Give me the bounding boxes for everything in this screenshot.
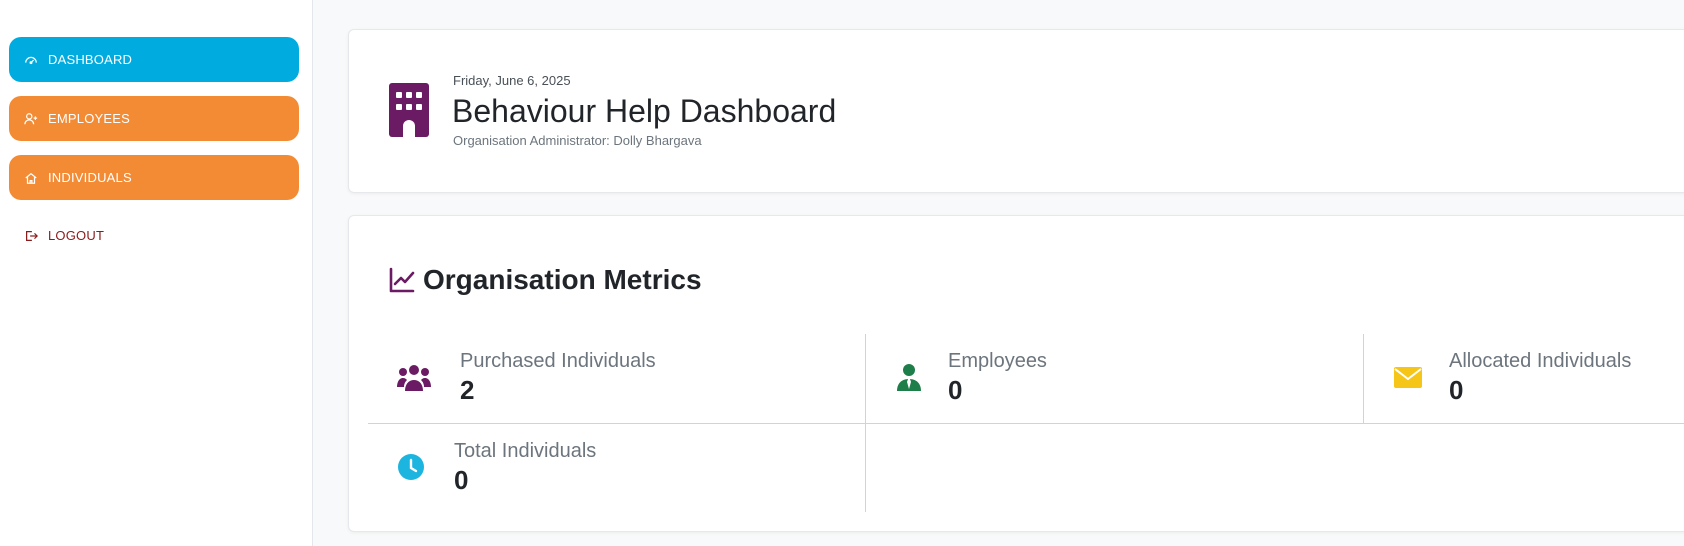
sidebar-item-label: INDIVIDUALS — [48, 170, 132, 185]
metrics-title: Organisation Metrics — [423, 264, 702, 295]
sidebar: DASHBOARD EMPLOYEES INDIVIDUALS LOGOUT — [0, 0, 313, 546]
metric-value: 2 — [460, 375, 475, 405]
metric-value: 0 — [1449, 375, 1464, 405]
sidebar-item-dashboard[interactable]: DASHBOARD — [9, 37, 299, 82]
clock-icon — [398, 454, 424, 480]
sidebar-item-employees[interactable]: EMPLOYEES — [9, 96, 299, 141]
sidebar-item-logout[interactable]: LOGOUT — [9, 213, 299, 258]
metric-label: Purchased Individuals — [460, 350, 656, 372]
metric-value: 0 — [454, 465, 469, 495]
home-icon — [25, 172, 37, 184]
logout-icon — [26, 230, 38, 241]
sidebar-item-individuals[interactable]: INDIVIDUALS — [9, 155, 299, 200]
gauge-icon — [25, 56, 37, 64]
metric-value: 0 — [948, 375, 963, 405]
metrics-card: Organisation Metrics Purchased Individua… — [348, 215, 1684, 532]
user-tie-icon — [897, 364, 921, 391]
building-icon — [389, 83, 429, 137]
metric-label: Total Individuals — [454, 440, 597, 462]
metrics-heading: Organisation Metrics — [389, 264, 702, 296]
line-chart-icon — [389, 267, 415, 293]
envelope-icon — [1394, 367, 1422, 388]
page-title: Behaviour Help Dashboard — [452, 93, 837, 129]
grid-divider — [368, 423, 1684, 424]
metric-label: Allocated Individuals — [1449, 350, 1632, 372]
sidebar-item-label: LOGOUT — [48, 228, 105, 243]
metric-label: Employees — [948, 350, 1047, 372]
user-plus-icon — [24, 112, 38, 124]
sidebar-item-label: EMPLOYEES — [48, 111, 130, 126]
sidebar-item-label: DASHBOARD — [48, 52, 133, 67]
page-date: Friday, June 6, 2025 — [453, 73, 571, 88]
header-card: Friday, June 6, 2025 Behaviour Help Dash… — [348, 29, 1684, 193]
page-subtitle: Organisation Administrator: Dolly Bharga… — [453, 133, 702, 148]
users-icon — [397, 365, 431, 391]
grid-divider — [1363, 334, 1364, 423]
